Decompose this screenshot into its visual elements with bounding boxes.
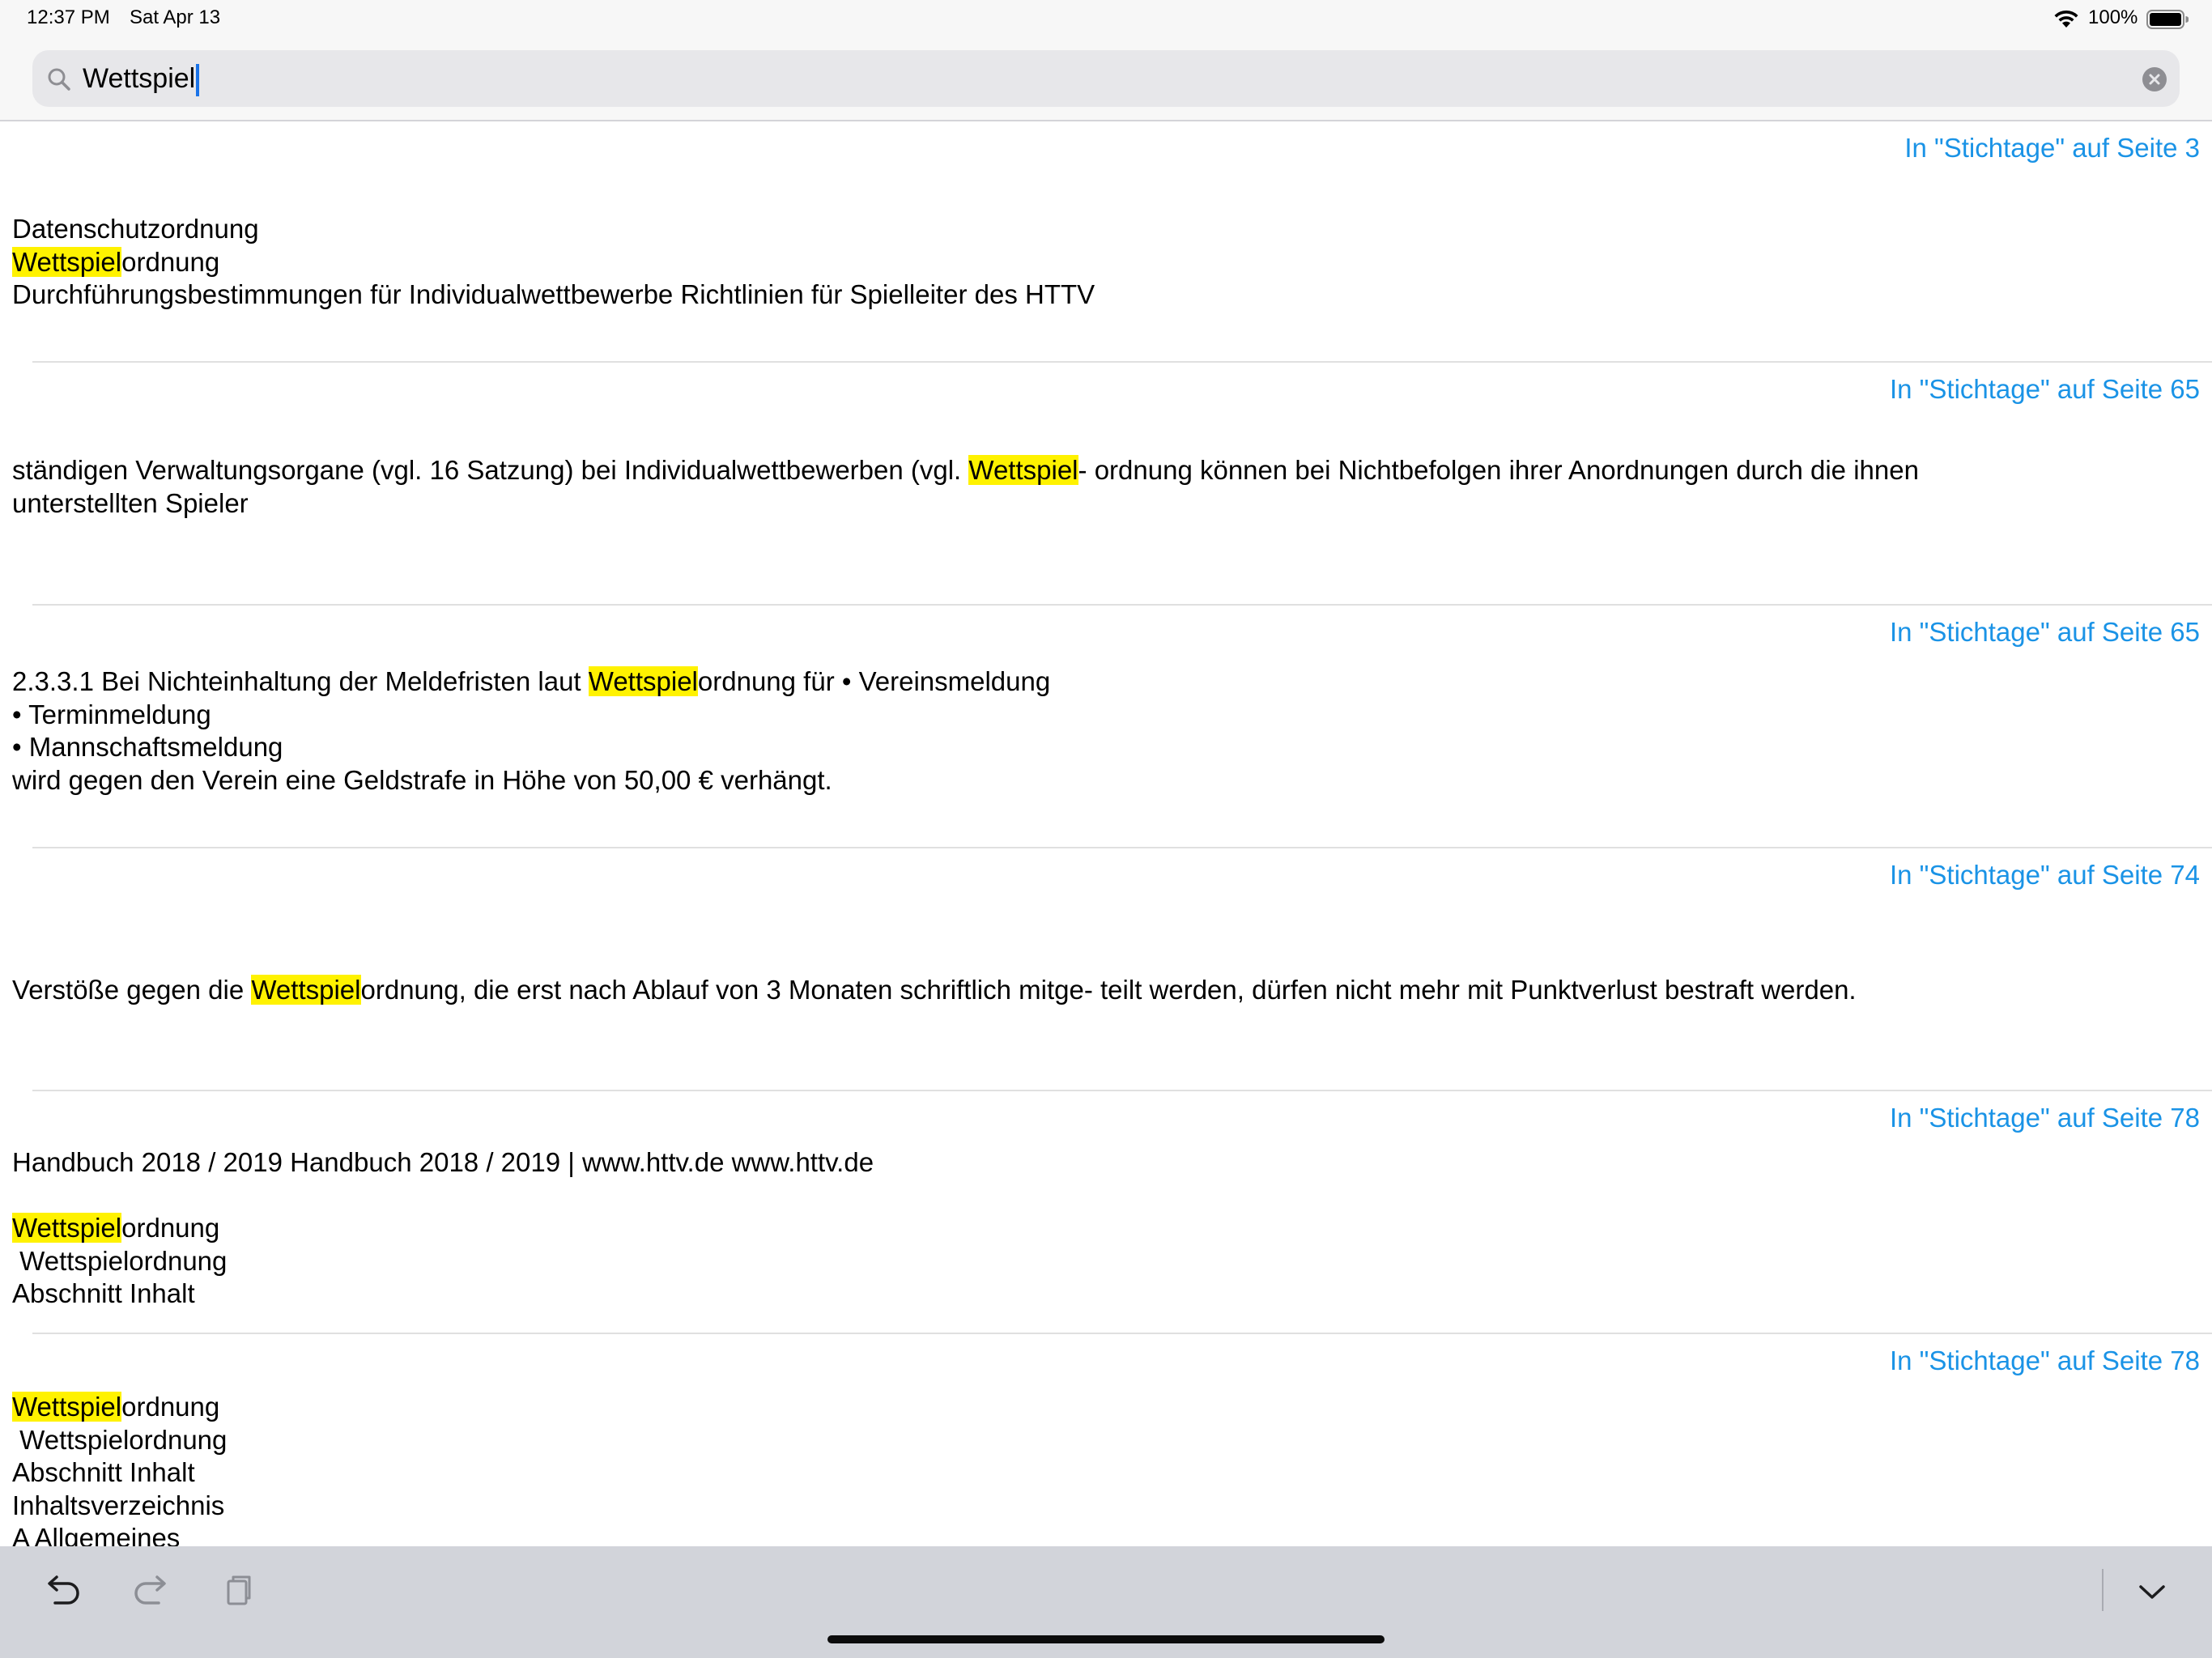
- result-snippet: ständigen Verwaltungsorgane (vgl. 16 Sat…: [12, 454, 2190, 520]
- search-input[interactable]: Wettspiel: [83, 50, 2107, 107]
- search-match-highlight: Wettspiel: [588, 666, 698, 696]
- search-result-item[interactable]: In "Stichtage" auf Seite 78 Wettspielord…: [0, 1334, 2212, 1546]
- result-snippet: 2.3.3.1 Bei Nichteinhaltung der Meldefri…: [12, 665, 2190, 797]
- status-date: Sat Apr 13: [130, 6, 221, 28]
- result-snippet: Wettspielordnung Wettspielordnung Abschn…: [12, 1391, 2190, 1546]
- result-location-link[interactable]: In "Stichtage" auf Seite 78: [1890, 1346, 2200, 1376]
- undo-icon[interactable]: [39, 1567, 87, 1616]
- snippet-text: Verstöße gegen die: [12, 975, 252, 1005]
- search-match-highlight: Wettspiel: [12, 1213, 122, 1244]
- snippet-text: Datenschutzordnung: [12, 214, 259, 244]
- result-location-link[interactable]: In "Stichtage" auf Seite 78: [1890, 1103, 2200, 1133]
- search-field[interactable]: Wettspiel: [32, 50, 2180, 107]
- search-result-item[interactable]: In "Stichtage" auf Seite 65 ständigen Ve…: [0, 363, 2212, 606]
- snippet-text: ständigen Verwaltungsorgane (vgl. 16 Sat…: [12, 455, 969, 485]
- result-location-link[interactable]: In "Stichtage" auf Seite 65: [1890, 617, 2200, 648]
- snippet-text: 2.3.3.1 Bei Nichteinhaltung der Meldefri…: [12, 666, 589, 696]
- snippet-text: Handbuch 2018 / 2019 Handbuch 2018 / 201…: [12, 1147, 874, 1177]
- chevron-down-icon[interactable]: [2128, 1567, 2176, 1616]
- search-match-highlight: Wettspiel: [251, 975, 361, 1005]
- search-match-highlight: Wettspiel: [968, 455, 1078, 485]
- result-location-link[interactable]: In "Stichtage" auf Seite 65: [1890, 374, 2200, 405]
- text-caret: [196, 64, 200, 97]
- search-results-list[interactable]: In "Stichtage" auf Seite 3 Datenschutzor…: [0, 121, 2212, 1546]
- redo-icon[interactable]: [126, 1567, 175, 1616]
- clear-circle-icon[interactable]: [2142, 66, 2167, 92]
- snippet-text: ordnung Durchführungsbestimmungen für In…: [12, 246, 1095, 310]
- search-match-highlight: Wettspiel: [12, 1392, 122, 1422]
- result-location-link[interactable]: In "Stichtage" auf Seite 74: [1890, 860, 2200, 891]
- status-time: 12:37 PM: [27, 6, 110, 28]
- wifi-icon: [2054, 10, 2078, 28]
- search-icon: [48, 68, 70, 91]
- search-match-highlight: Wettspiel: [12, 246, 122, 277]
- snippet-text: ordnung, die erst nach Ablauf von 3 Mona…: [360, 975, 1857, 1005]
- status-bar: 12:37 PM Sat Apr 13 100%: [0, 0, 2212, 39]
- toolbar-divider: [2102, 1569, 2104, 1611]
- app-window: 12:37 PM Sat Apr 13 100% Wettspiel In "S…: [0, 0, 2212, 1658]
- battery-icon: [2146, 10, 2189, 29]
- home-indicator: [827, 1635, 1385, 1643]
- search-input-value: Wettspiel: [83, 63, 196, 94]
- result-snippet: Handbuch 2018 / 2019 Handbuch 2018 / 201…: [12, 1146, 2190, 1311]
- search-result-item[interactable]: In "Stichtage" auf Seite 78 Handbuch 201…: [0, 1091, 2212, 1334]
- search-result-item[interactable]: In "Stichtage" auf Seite 3 Datenschutzor…: [0, 121, 2212, 363]
- result-snippet: Datenschutzordnung Wettspielordnung Durc…: [12, 213, 2190, 312]
- battery-percent: 100%: [2088, 6, 2138, 28]
- result-snippet: Verstöße gegen die Wettspielordnung, die…: [12, 974, 2190, 1007]
- search-result-item[interactable]: In "Stichtage" auf Seite 65 2.3.3.1 Bei …: [0, 606, 2212, 848]
- paste-icon[interactable]: [214, 1567, 262, 1616]
- search-header: Wettspiel: [0, 39, 2212, 121]
- result-location-link[interactable]: In "Stichtage" auf Seite 3: [1904, 133, 2200, 164]
- search-result-item[interactable]: In "Stichtage" auf Seite 74 Verstöße geg…: [0, 848, 2212, 1091]
